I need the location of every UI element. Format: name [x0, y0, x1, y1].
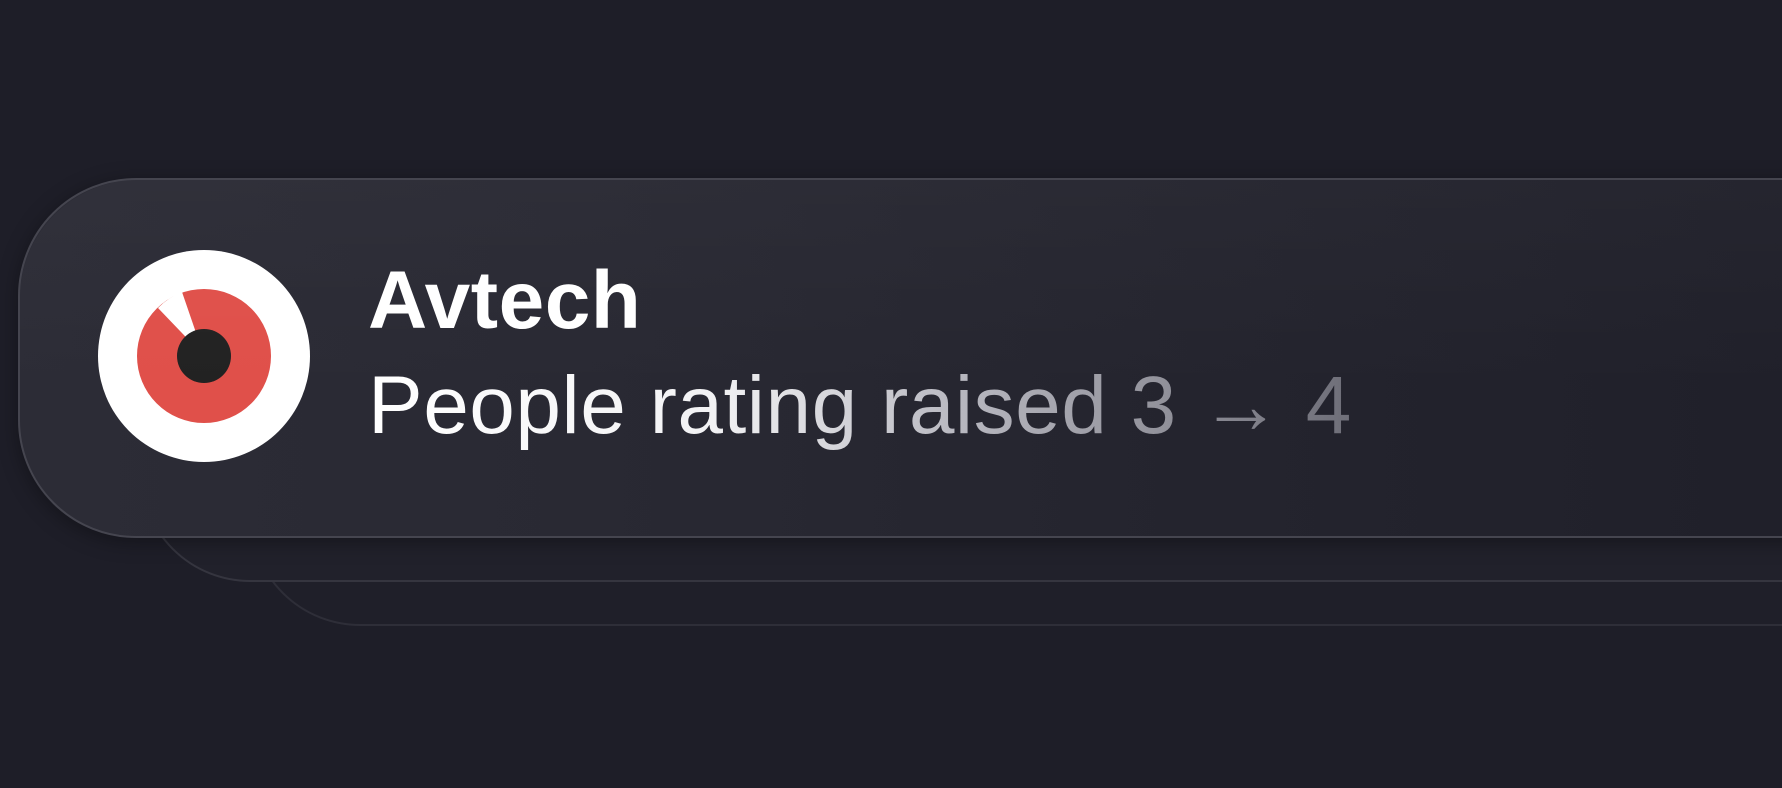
app-avatar: [98, 250, 310, 462]
notification-stage: Avtech People rating raised 3 → 4: [0, 0, 1782, 788]
notification-card[interactable]: Avtech People rating raised 3 → 4: [18, 178, 1782, 538]
target-eye-logo-icon: [137, 289, 271, 423]
notification-text: Avtech People rating raised 3 → 4: [368, 256, 1352, 454]
notification-app-name: Avtech: [368, 255, 642, 346]
notification-message: People rating raised 3 → 4: [368, 358, 1352, 454]
